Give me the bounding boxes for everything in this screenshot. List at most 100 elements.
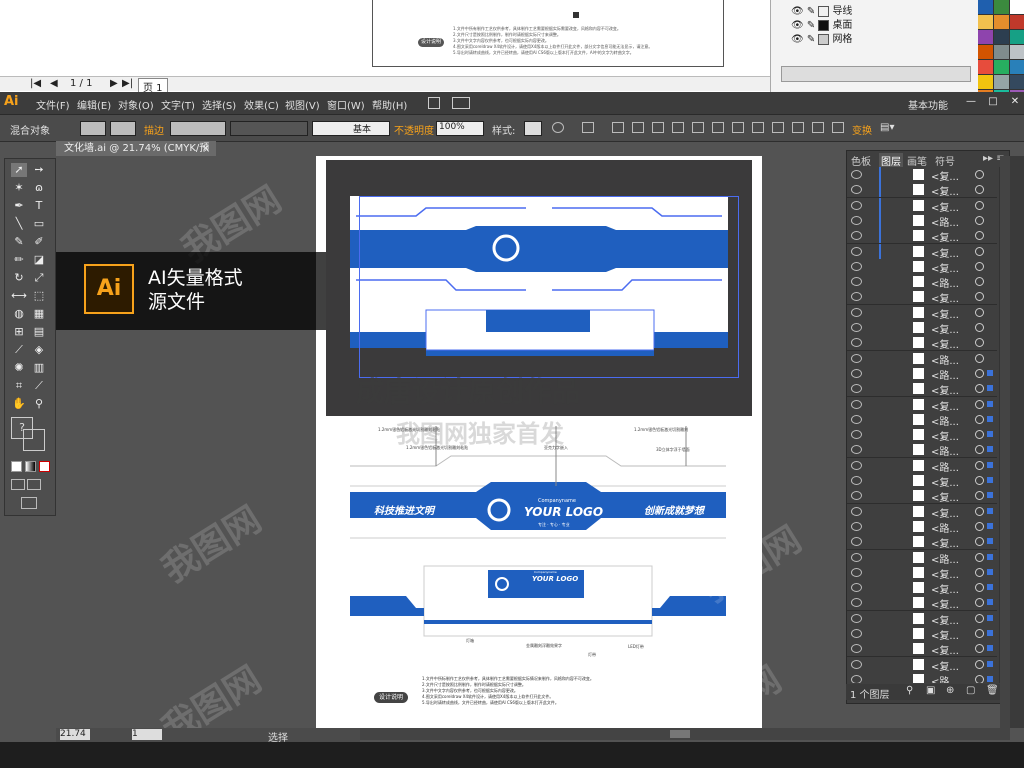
align-left-icon[interactable] [612,122,624,133]
panel-menu-icon[interactable]: ▤▾ [880,122,894,133]
target-icon[interactable] [975,261,984,271]
layer-row[interactable]: <复... [847,335,997,352]
color-swatch[interactable] [994,0,1009,14]
layer-row[interactable]: <路... [847,549,997,566]
layer-row[interactable]: <复... [847,473,997,489]
color-swatch[interactable] [978,45,993,59]
color-swatch[interactable] [994,15,1009,29]
scrollbar-thumb[interactable] [670,730,690,738]
eye-icon[interactable] [851,200,862,210]
target-icon[interactable] [975,598,984,608]
color-swatch[interactable] [1010,15,1024,29]
eye-icon[interactable] [851,323,862,332]
menu-file[interactable]: 文件(F) [36,97,70,112]
graphic-style-dropdown[interactable] [524,121,542,136]
eyedropper-tool-icon[interactable]: ⟋ [11,343,27,357]
align-right-icon[interactable] [652,122,664,133]
layer-row[interactable]: <路... [847,518,997,535]
distribute-bottom-icon[interactable] [772,122,784,133]
color-swatch[interactable] [978,75,993,89]
selection-tool-icon[interactable]: ➚ [11,163,27,177]
layer-row[interactable]: <路... [847,442,997,459]
layer-row[interactable]: <路... [847,457,997,474]
color-swatch[interactable] [978,60,993,74]
eye-icon[interactable] [851,277,862,287]
color-swatch[interactable] [994,75,1009,89]
layer-row[interactable]: <复... [847,381,997,398]
layer-row[interactable]: <路... [847,365,997,382]
eye-icon[interactable] [851,460,862,470]
layer-row[interactable]: <复... [847,534,997,551]
target-icon[interactable] [975,215,984,225]
target-icon[interactable] [975,629,984,638]
variable-width-dropdown[interactable] [230,121,308,136]
target-icon[interactable] [975,353,984,363]
layer-row[interactable]: 👁 ✎ 导线 [791,2,852,17]
scale-tool-icon[interactable]: ⤢ [31,271,47,285]
target-icon[interactable] [975,506,984,516]
color-swatch[interactable] [978,30,993,44]
document-tab[interactable]: 文化墙.ai @ 21.74% (CMYK/预览) × [56,141,216,169]
layer-row[interactable]: <复... [847,641,997,658]
eye-icon[interactable] [851,476,862,485]
close-tab-icon[interactable]: × [202,141,210,156]
canvas-area[interactable]: 1.2mm银色铝板激光切割雕刻粘贴 1.2mm银色铝板激光切割雕刻粘贴 亚克力字… [56,156,846,728]
locate-object-icon[interactable]: ⚲ [906,685,913,696]
stroke-color-dropdown[interactable] [110,121,136,136]
eye-icon[interactable] [851,491,862,501]
layer-row[interactable]: <复... [847,610,997,627]
menu-help[interactable]: 帮助(H) [372,97,407,112]
layer-row[interactable]: <复... [847,656,997,673]
menu-effect[interactable]: 效果(C) [244,97,279,112]
target-icon[interactable] [975,185,984,195]
fill-color-dropdown[interactable] [80,121,106,136]
align-top-icon[interactable] [672,122,684,133]
distribute-center-icon[interactable] [812,122,824,133]
layer-row[interactable]: <路... [847,350,997,367]
gradient-mode-icon[interactable] [25,461,36,472]
menu-type[interactable]: 文字(T) [161,97,195,112]
eye-icon[interactable] [851,445,862,455]
line-tool-icon[interactable]: ╲ [11,217,27,231]
screen-mode-icon[interactable] [21,497,37,509]
vertical-scrollbar[interactable] [1000,156,1010,740]
stroke-label[interactable]: 描边 [144,122,164,137]
draw-normal-icon[interactable] [11,479,25,490]
eye-icon[interactable] [851,353,862,363]
layer-row[interactable]: <复... [847,182,997,199]
workspace-switcher[interactable]: 基本功能 [908,97,948,112]
pencil-tool-icon[interactable]: ✐ [31,235,47,249]
perspective-grid-tool-icon[interactable]: ▦ [31,307,47,321]
layer-row[interactable]: <复... [847,427,997,444]
layer-row[interactable]: <复... [847,289,997,306]
target-icon[interactable] [975,368,984,378]
layer-row[interactable]: <复... [847,488,997,505]
layer-row[interactable]: <复... [847,396,997,413]
target-icon[interactable] [975,338,984,348]
color-swatch[interactable] [1010,60,1024,74]
color-swatch[interactable] [994,60,1009,74]
symbol-sprayer-tool-icon[interactable]: ✺ [11,361,27,375]
eye-icon[interactable] [851,506,862,516]
layer-row[interactable]: <路... [847,212,997,229]
eye-icon[interactable] [851,338,862,348]
target-icon[interactable] [975,430,984,440]
color-swatch[interactable] [1010,0,1024,14]
target-icon[interactable] [975,491,984,501]
eye-icon[interactable] [851,598,862,608]
target-icon[interactable] [975,476,984,485]
next-page-button[interactable]: ▶ [110,78,118,89]
target-icon[interactable] [975,613,984,623]
tab-swatches[interactable]: 色板 [851,153,871,168]
eye-icon[interactable] [851,170,862,179]
collapsed-panels-strip[interactable] [1010,156,1024,728]
target-icon[interactable] [975,537,984,547]
direct-selection-tool-icon[interactable]: ➙ [31,163,47,177]
slice-tool-icon[interactable]: ⟋ [31,379,47,393]
target-icon[interactable] [975,521,984,531]
align-middle-icon[interactable] [692,122,704,133]
prev-page-button[interactable]: ◀ [50,78,58,89]
menu-object[interactable]: 对象(O) [118,97,154,112]
bridge-icon[interactable] [428,97,440,109]
align-to-icon[interactable] [582,122,594,133]
